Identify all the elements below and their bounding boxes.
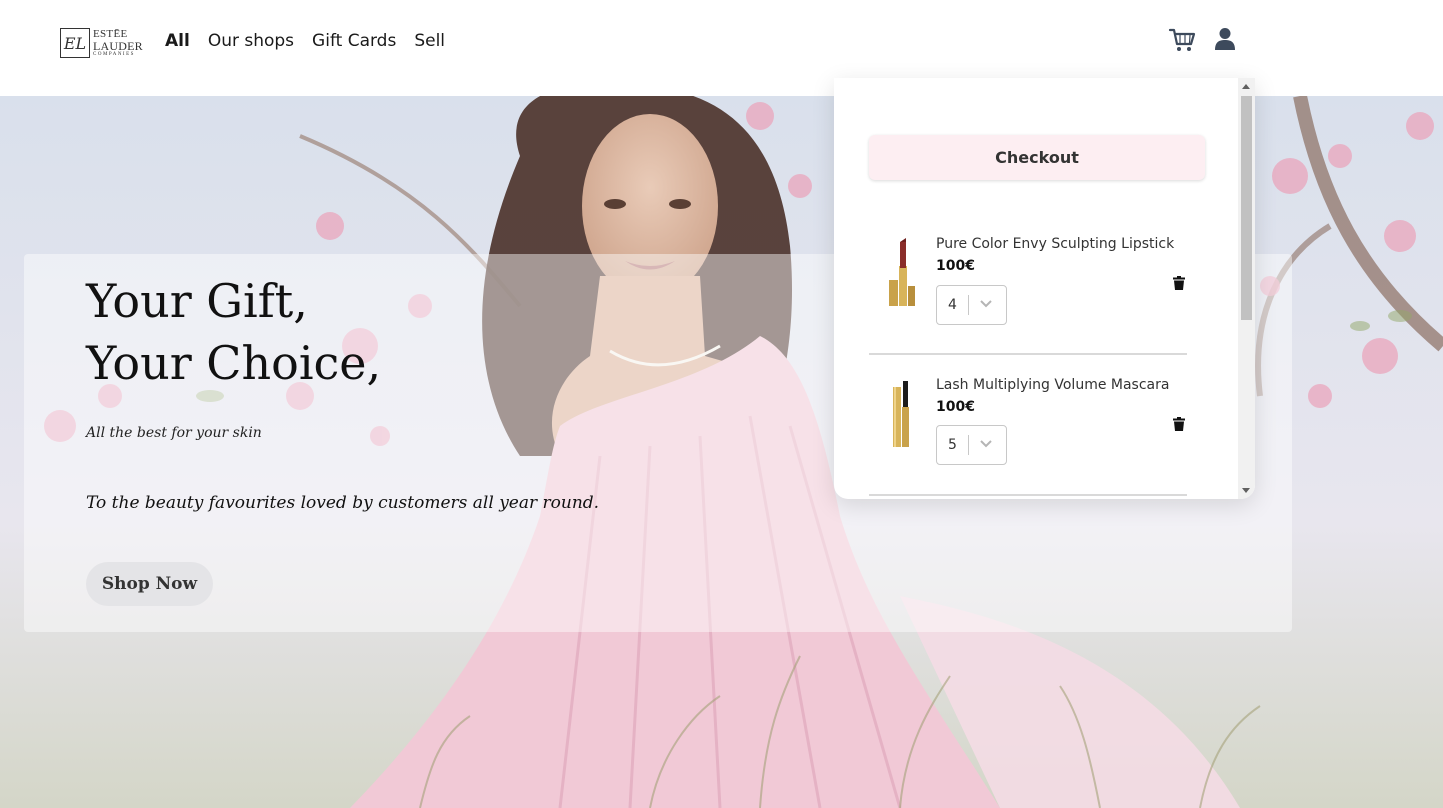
mascara-icon	[893, 381, 909, 447]
main-nav: All Our shops Gift Cards Sell	[165, 31, 445, 51]
nav-item-gift-cards[interactable]: Gift Cards	[312, 31, 396, 51]
logo-line-2: LAUDER	[93, 39, 143, 53]
cart-item-price: 100€	[936, 258, 975, 274]
cart-item-name: Pure Color Envy Sculpting Lipstick	[936, 236, 1175, 252]
hero-description: To the beauty favourites loved by custom…	[86, 493, 600, 513]
chevron-down-icon	[980, 440, 992, 448]
logo-line-3: COMPANIES	[93, 52, 135, 57]
chevron-down-icon	[980, 300, 992, 308]
quantity-value: 4	[948, 297, 957, 313]
nav-item-our-shops[interactable]: Our shops	[208, 31, 294, 51]
cart-item: Pure Color Envy Sculpting Lipstick 100€ …	[869, 236, 1187, 376]
hero-title-line-2: Your Choice,	[86, 336, 382, 390]
hero-title-line-1: Your Gift,	[86, 274, 308, 328]
shop-now-button[interactable]: Shop Now	[86, 562, 213, 606]
cart-item-divider	[869, 353, 1187, 355]
cart-icon[interactable]	[1168, 27, 1196, 53]
trash-icon[interactable]	[1173, 417, 1185, 431]
nav-item-all[interactable]: All	[165, 31, 190, 51]
cart-item-price: 100€	[936, 399, 975, 415]
cart-scrollbar-thumb[interactable]	[1241, 96, 1252, 320]
logo-wordmark: ESTĒE LAUDER COMPANIES	[93, 29, 143, 58]
checkout-button[interactable]: Checkout	[869, 135, 1205, 180]
select-separator	[968, 435, 969, 455]
cart-dropdown: Checkout Pure Color Envy Sculpting Lipst…	[834, 78, 1255, 499]
quantity-value: 5	[948, 437, 957, 453]
select-separator	[968, 295, 969, 315]
lipstick-icon	[889, 238, 915, 306]
user-icon[interactable]	[1214, 27, 1236, 51]
hero-title: Your Gift, Your Choice,	[86, 270, 381, 394]
cart-item-divider	[869, 494, 1187, 496]
nav-item-sell[interactable]: Sell	[414, 31, 445, 51]
brand-logo[interactable]: EL ESTĒE LAUDER COMPANIES	[60, 27, 148, 59]
scroll-down-arrow[interactable]	[1242, 488, 1250, 493]
trash-icon[interactable]	[1173, 276, 1185, 290]
hero-subtitle: All the best for your skin	[86, 425, 262, 441]
cart-item: Lash Multiplying Volume Mascara 100€ 5	[869, 377, 1187, 499]
logo-monogram: EL	[60, 28, 90, 58]
quantity-select[interactable]: 4	[936, 285, 1007, 325]
quantity-select[interactable]: 5	[936, 425, 1007, 465]
cart-item-name: Lash Multiplying Volume Mascara	[936, 377, 1170, 393]
scroll-up-arrow[interactable]	[1242, 84, 1250, 89]
